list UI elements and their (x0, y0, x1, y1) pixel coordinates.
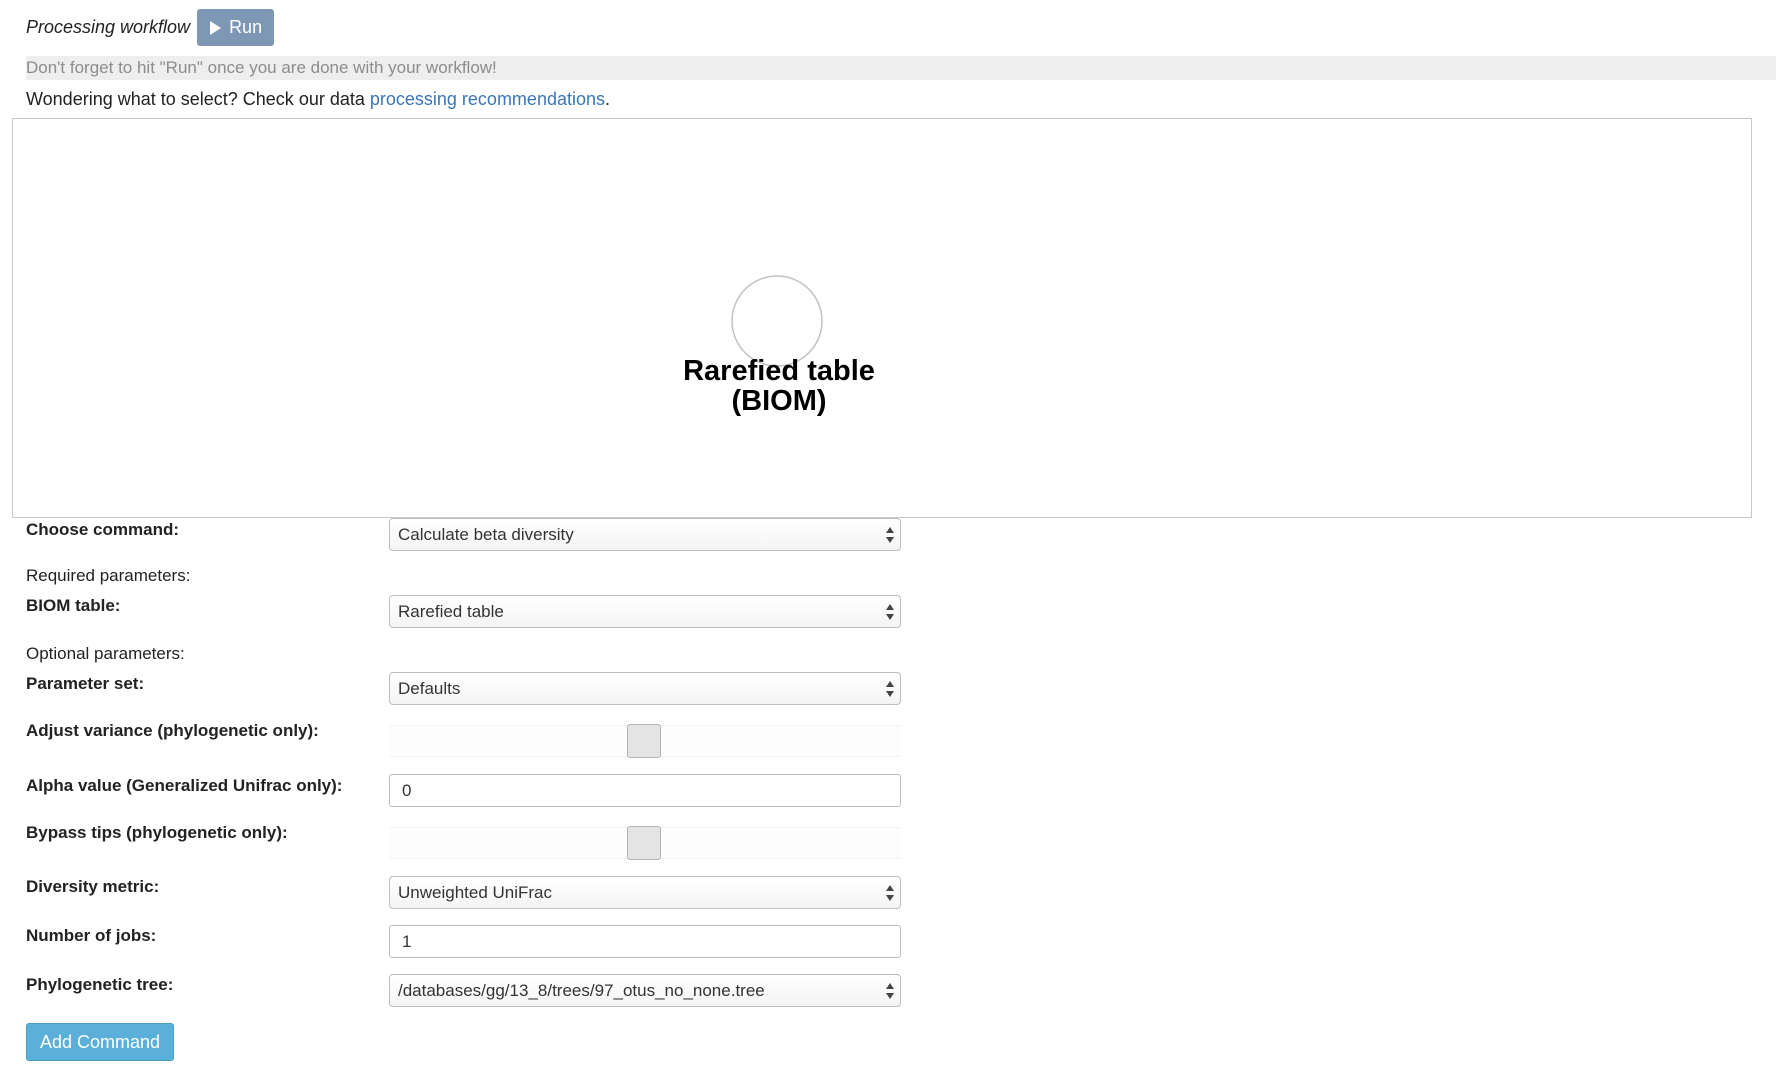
add-command-button[interactable]: Add Command (26, 1023, 174, 1061)
play-icon (210, 20, 222, 35)
workflow-graph-canvas[interactable]: Rarefied table (BIOM) (12, 118, 1752, 518)
run-reminder-notice: Don't forget to hit "Run" once you are d… (26, 56, 1776, 80)
select-arrows-icon (886, 884, 894, 902)
select-arrows-icon (886, 526, 894, 544)
bypass-tips-toggle[interactable] (627, 826, 661, 860)
select-arrows-icon (886, 982, 894, 1000)
parameter-set-label: Parameter set: (26, 674, 145, 693)
number-of-jobs-label: Number of jobs: (26, 926, 157, 945)
parameter-set-select[interactable]: Defaults (389, 672, 901, 705)
phylogenetic-tree-label: Phylogenetic tree: (26, 975, 174, 994)
select-arrows-icon (886, 603, 894, 621)
run-button-label: Run (229, 17, 263, 37)
diversity-metric-label: Diversity metric: (26, 877, 160, 896)
rarefied-table-node-label-line2: (BIOM) (731, 385, 827, 417)
recommendations-hint-prefix: Wondering what to select? Check our data (26, 89, 370, 109)
recommendations-hint: Wondering what to select? Check our data… (26, 89, 610, 110)
required-parameters-heading: Required parameters: (26, 566, 191, 585)
rarefied-table-node-label-line1: Rarefied table (683, 355, 875, 387)
biom-table-select[interactable]: Rarefied table (389, 595, 901, 628)
bypass-tips-label: Bypass tips (phylogenetic only): (26, 823, 288, 842)
choose-command-select[interactable]: Calculate beta diversity (389, 518, 901, 551)
diversity-metric-value: Unweighted UniFrac (398, 883, 553, 902)
phylogenetic-tree-select[interactable]: /databases/gg/13_8/trees/97_otus_no_none… (389, 974, 901, 1007)
choose-command-label: Choose command: (26, 520, 180, 539)
phylogenetic-tree-value: /databases/gg/13_8/trees/97_otus_no_none… (398, 981, 765, 1000)
select-arrows-icon (886, 680, 894, 698)
run-button[interactable]: Run (197, 9, 275, 46)
biom-table-label: BIOM table: (26, 596, 121, 615)
recommendations-hint-suffix: . (605, 89, 611, 109)
diversity-metric-select[interactable]: Unweighted UniFrac (389, 876, 901, 909)
optional-parameters-heading: Optional parameters: (26, 644, 185, 663)
number-of-jobs-input[interactable]: 1 (389, 925, 901, 958)
processing-recommendations-link[interactable]: processing recommendations (370, 89, 605, 109)
adjust-variance-label: Adjust variance (phylogenetic only): (26, 721, 319, 740)
biom-table-value: Rarefied table (398, 602, 504, 621)
alpha-value-label: Alpha value (Generalized Unifrac only): (26, 776, 343, 795)
workflow-header: Processing workflow Run (26, 9, 275, 46)
parameter-set-value: Defaults (398, 679, 461, 698)
workflow-title: Processing workflow (26, 17, 191, 37)
alpha-value-input[interactable]: 0 (389, 774, 901, 807)
adjust-variance-toggle[interactable] (627, 724, 661, 758)
workflow-graph-svg (731, 275, 823, 367)
rarefied-table-node[interactable] (731, 275, 823, 367)
choose-command-value: Calculate beta diversity (398, 525, 574, 544)
